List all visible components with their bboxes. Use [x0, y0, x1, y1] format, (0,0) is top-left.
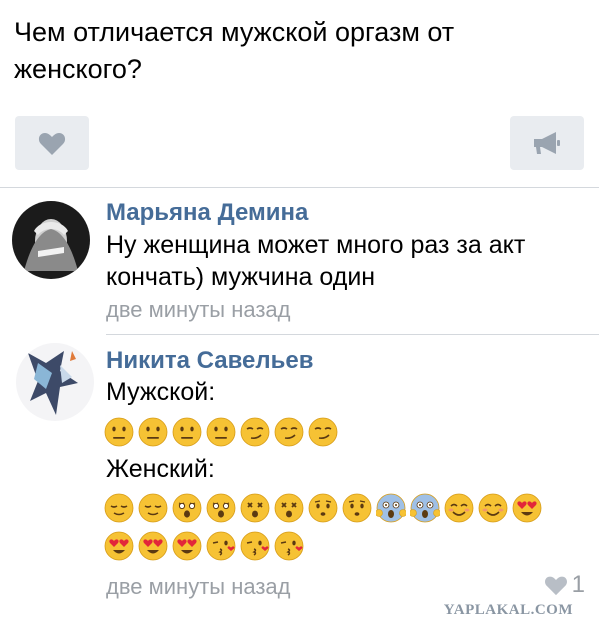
astonished-emoji-icon [172, 493, 202, 523]
comment-author[interactable]: Никита Савельев [106, 347, 313, 375]
neutral-emoji-icon [138, 417, 168, 447]
astonished-emoji-icon [206, 493, 236, 523]
scream-emoji-icon [376, 493, 406, 523]
scream-emoji-icon [410, 493, 440, 523]
avatar[interactable] [12, 201, 90, 279]
smirk-emoji-icon [240, 417, 270, 447]
comment-text: Ну женщина может много раз за акт кончат… [106, 231, 526, 291]
post-text: Чем отличается мужской оргазм от женског… [14, 17, 455, 84]
comment-1: Марьяна Демина Ну женщина может много ра… [0, 188, 599, 334]
emoji-row-female-1 [104, 493, 542, 523]
megaphone-icon [534, 132, 560, 154]
comment-time: две минуты назад [106, 297, 291, 322]
blush-emoji-icon [478, 493, 508, 523]
heart-eyes-emoji-icon [104, 531, 134, 561]
avatar[interactable] [16, 343, 94, 421]
heart-icon [38, 132, 66, 155]
smirk-emoji-icon [274, 417, 304, 447]
relieved-emoji-icon [138, 493, 168, 523]
comment-line-male: Мужской: [106, 378, 216, 406]
dizzy-emoji-icon [274, 493, 304, 523]
kiss-emoji-icon [240, 531, 270, 561]
emoji-row-female-2 [104, 531, 304, 561]
comment-time: две минуты назад [106, 574, 291, 599]
emoji-row-male [104, 417, 338, 447]
like-count: 1 [571, 571, 585, 598]
kiss-emoji-icon [274, 531, 304, 561]
like-button[interactable] [15, 116, 89, 170]
comment-author[interactable]: Марьяна Демина [106, 199, 308, 227]
heart-eyes-emoji-icon [512, 493, 542, 523]
comment-line-female: Женский: [106, 455, 215, 483]
heart-eyes-emoji-icon [172, 531, 202, 561]
heart-icon [544, 576, 567, 595]
worried-emoji-icon [342, 493, 372, 523]
relieved-emoji-icon [104, 493, 134, 523]
dizzy-emoji-icon [240, 493, 270, 523]
neutral-emoji-icon [104, 417, 134, 447]
neutral-emoji-icon [206, 417, 236, 447]
like-counter[interactable]: 1 [544, 571, 585, 599]
heart-eyes-emoji-icon [138, 531, 168, 561]
worried-emoji-icon [308, 493, 338, 523]
neutral-emoji-icon [172, 417, 202, 447]
comment-2: Никита Савельев Мужской: Женский: две ми… [0, 335, 599, 599]
watermark: YAPLAKAL.COM [443, 602, 573, 618]
share-button[interactable] [510, 116, 584, 170]
blush-emoji-icon [444, 493, 474, 523]
smirk-emoji-icon [308, 417, 338, 447]
kiss-emoji-icon [206, 531, 236, 561]
